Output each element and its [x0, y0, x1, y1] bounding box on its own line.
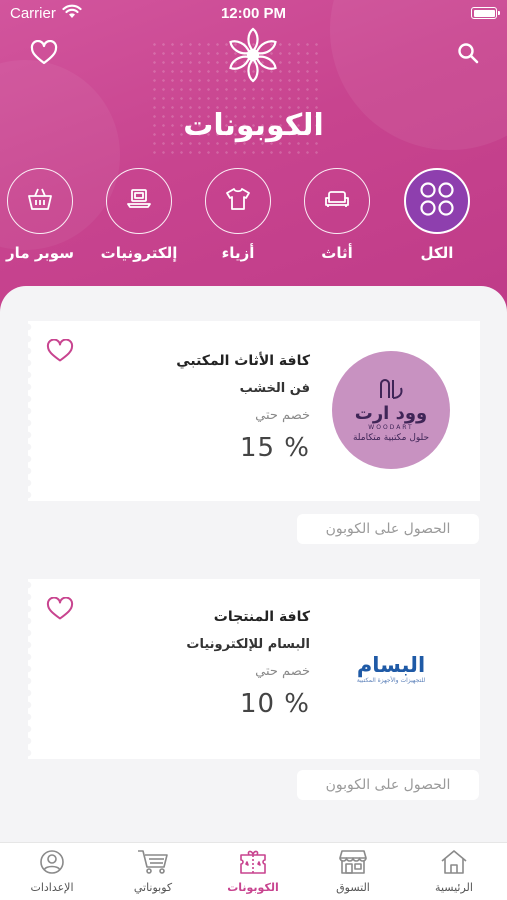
tab-shopping[interactable]: التسوق [303, 849, 403, 894]
tab-coupons[interactable]: الكوبونات [203, 849, 303, 894]
clock: 12:00 PM [220, 5, 287, 22]
coupon-icon [238, 850, 268, 879]
tab-label: التسوق [336, 881, 370, 894]
tab-settings[interactable]: الإعدادات [2, 849, 102, 894]
store-logo-tagline: حلول مكتبية متكاملة [352, 432, 430, 443]
category-circle [205, 168, 271, 234]
favorite-heart-icon[interactable] [46, 596, 74, 625]
store-logo: وود ارت WOODART حلول مكتبية متكاملة [332, 351, 450, 469]
discount-label: خصم حتي [255, 408, 310, 423]
get-coupon-button[interactable]: الحصول على الكوبون [297, 514, 479, 544]
store-logo: البسام للتجهيزات والأجهزة المكتبية [332, 609, 450, 727]
user-icon [39, 850, 65, 879]
tab-home[interactable]: الرئيسية [404, 849, 504, 894]
store-logo-text: وود ارت [354, 402, 428, 424]
discount-label: خصم حتي [255, 664, 310, 679]
category-circle [304, 168, 370, 234]
tab-label: كوبوناتي [133, 881, 173, 894]
app-logo-icon [224, 26, 282, 84]
coupon-list[interactable]: كافة الأثاث المكتبي فن الخشب خصم حتي 15 … [0, 286, 507, 842]
category-scroller[interactable]: الكل أثاث أزياء إلكترونيات سوبر مار [0, 168, 507, 268]
store-icon [338, 850, 368, 879]
home-icon [440, 850, 468, 879]
status-bar: Carrier 12:00 PM [0, 0, 507, 28]
tab-my-coupons[interactable]: كوبوناتي [103, 849, 203, 894]
tab-label: الإعدادات [30, 881, 74, 894]
tab-bar: الإعدادات كوبوناتي الكوبونات التسوق الرئ… [0, 842, 507, 900]
favorite-heart-icon[interactable] [46, 338, 74, 367]
category-label: إلكترونيات [100, 244, 178, 262]
shirt-icon [225, 187, 251, 215]
coupon-store: فن الخشب [239, 381, 310, 396]
cart-icon [137, 850, 169, 879]
category-label: أثاث [321, 244, 353, 262]
category-label: الكل [420, 244, 454, 262]
laptop-icon [126, 188, 152, 214]
discount-value: 10 % [239, 689, 310, 719]
category-electronics[interactable]: إلكترونيات [94, 168, 184, 262]
category-label: سوبر مار [6, 244, 74, 262]
category-supermarket[interactable]: سوبر مار [0, 168, 85, 262]
store-logo-latin: WOODART [368, 423, 414, 431]
favorites-heart-icon[interactable] [30, 39, 58, 70]
discount-value: 15 % [239, 433, 310, 463]
grid-icon [418, 180, 456, 222]
battery-icon [471, 7, 500, 19]
tab-label: الكوبونات [227, 881, 279, 894]
header: Carrier 12:00 PM الكوبونات الكل أثاث أزي… [0, 0, 507, 320]
sofa-icon [324, 190, 350, 212]
category-all[interactable]: الكل [392, 168, 482, 262]
coupon-card[interactable]: كافة المنتجات البسام للإلكترونيات خصم حت… [28, 579, 480, 759]
coupon-name: كافة المنتجات [213, 609, 310, 625]
category-circle [404, 168, 470, 234]
category-label: أزياء [221, 244, 255, 262]
coupon-store: البسام للإلكترونيات [186, 637, 310, 652]
coupon-card[interactable]: كافة الأثاث المكتبي فن الخشب خصم حتي 15 … [28, 321, 480, 501]
page-title: الكوبونات [183, 108, 324, 143]
store-logo-tagline: للتجهيزات والأجهزة المكتبية [356, 676, 426, 684]
category-fashion[interactable]: أزياء [193, 168, 283, 262]
woodart-mark-icon [377, 378, 405, 404]
category-circle [106, 168, 172, 234]
search-icon[interactable] [457, 42, 479, 68]
store-logo-text: البسام [356, 652, 426, 677]
basket-icon [27, 187, 53, 215]
category-circle [7, 168, 73, 234]
category-furniture[interactable]: أثاث [292, 168, 382, 262]
coupon-name: كافة الأثاث المكتبي [176, 353, 310, 369]
get-coupon-button[interactable]: الحصول على الكوبون [297, 770, 479, 800]
tab-label: الرئيسية [435, 881, 473, 894]
